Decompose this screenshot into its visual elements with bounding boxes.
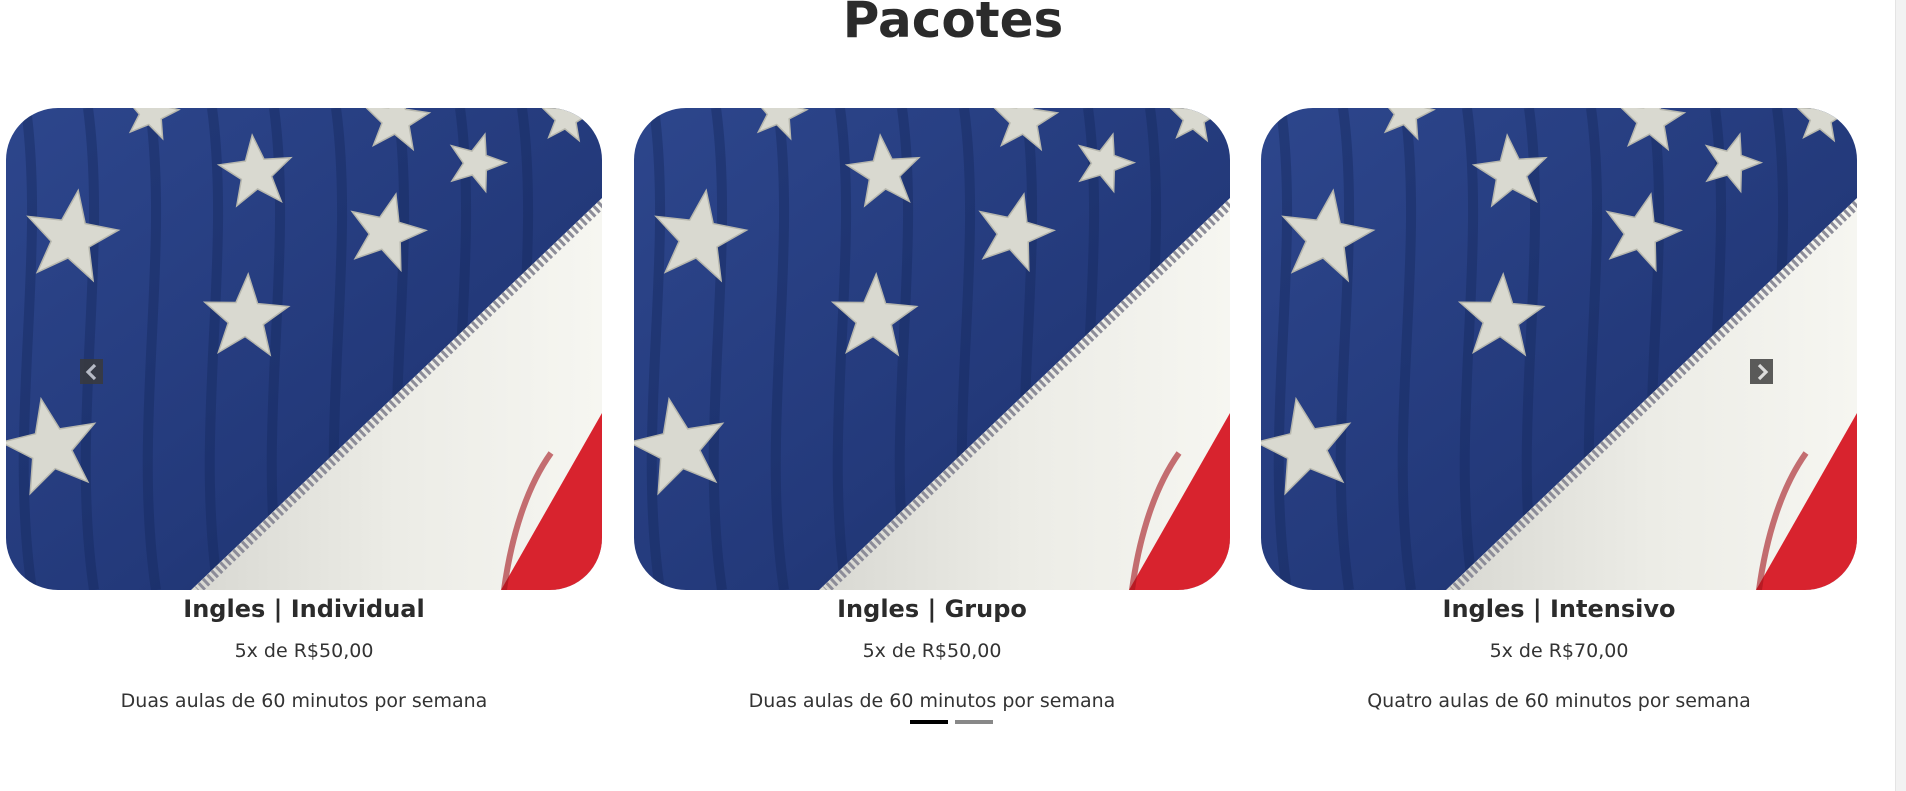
package-price: 5x de R$50,00	[234, 640, 374, 662]
carousel-indicator[interactable]	[955, 720, 993, 724]
carousel-prev-button[interactable]	[80, 359, 103, 384]
flag-artwork	[634, 108, 1230, 590]
package-card: Ingles | Grupo 5x de R$50,00 Duas aulas …	[634, 108, 1230, 713]
package-description: Quatro aulas de 60 minutos por semana	[1367, 690, 1751, 712]
packages-section: Pacotes Ingles | Individual 5x de R$50,0…	[0, 0, 1906, 791]
flag-image	[6, 108, 602, 590]
package-card: Ingles | Individual 5x de R$50,00 Duas a…	[6, 108, 602, 713]
package-title: Ingles | Grupo	[837, 595, 1027, 623]
package-title: Ingles | Intensivo	[1442, 595, 1676, 623]
carousel-next-button[interactable]	[1750, 359, 1773, 384]
carousel-indicators	[910, 720, 993, 724]
package-description: Duas aulas de 60 minutos por semana	[120, 690, 488, 712]
flag-image	[1261, 108, 1857, 590]
section-title: Pacotes	[842, 0, 1064, 49]
package-price: 5x de R$70,00	[1489, 640, 1629, 662]
package-title: Ingles | Individual	[183, 595, 425, 623]
chevron-left-icon	[85, 363, 96, 380]
package-card: Ingles | Intensivo 5x de R$70,00 Quatro …	[1261, 108, 1857, 713]
package-price: 5x de R$50,00	[862, 640, 1002, 662]
page-scrollbar[interactable]	[1895, 0, 1906, 791]
flag-artwork	[1261, 108, 1857, 590]
flag-image	[634, 108, 1230, 590]
chevron-right-icon	[1757, 363, 1768, 380]
flag-artwork	[6, 108, 602, 590]
carousel-indicator[interactable]	[910, 720, 948, 724]
package-description: Duas aulas de 60 minutos por semana	[748, 690, 1116, 712]
